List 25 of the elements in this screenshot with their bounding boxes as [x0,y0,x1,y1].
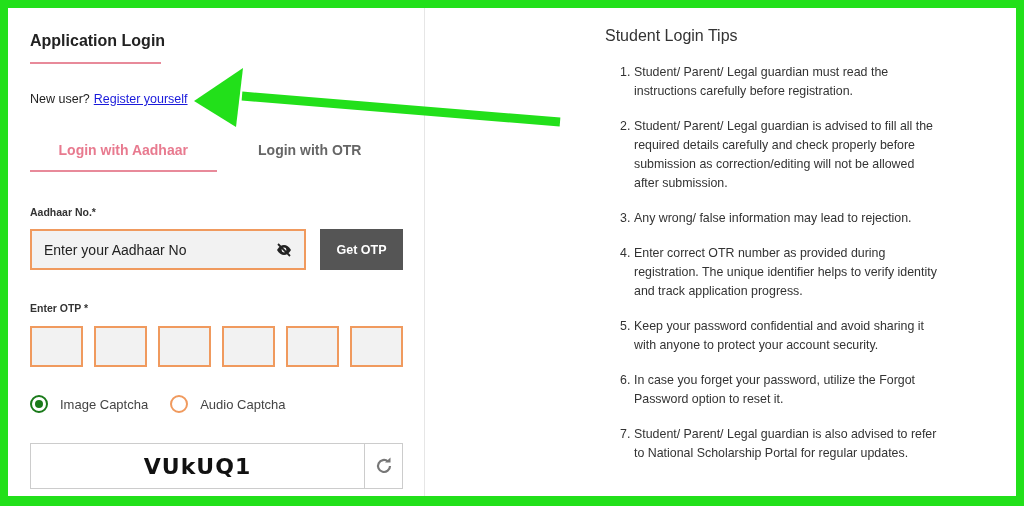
list-number: 2. [620,118,632,135]
list-number: 5. [620,318,632,335]
field-label: Aadhaar No.* [30,206,96,218]
tip-text: Enter correct OTR number as provided during registration. The unique identifier helps to verify identity and track application progress. [634,245,938,300]
new-user-text: New user? [30,92,90,106]
list-number: 4. [620,245,632,262]
register-link[interactable]: Register yourself [93,92,188,106]
tip-text: In case you forget your password, utilize the Forgot Password option to reset it. [634,372,916,408]
list-number: 7. [620,426,632,443]
list-number: 1. [620,64,632,81]
tip-text: Any wrong/ false information may lead to rejection. [634,210,912,227]
tip-text: Student/ Parent/ Legal guardian is also advised to refer to National Scholarship Portal for regular updates. [634,426,938,462]
tip-text: Student/ Parent/ Legal guardian is advised to fill all the required details carefully and check properly before submission as correction/editing will not be allowed after submission. [634,118,934,192]
captcha-radio[interactable]: Audio Captcha [170,395,286,413]
list-number: 3. [620,210,632,227]
get-otp-button[interactable]: Get OTP [320,229,403,270]
captcha-radio[interactable]: Image Captcha [30,395,149,413]
field-label: Enter OTP * [30,302,89,314]
list-number: 6. [620,372,632,389]
tip-text: Student/ Parent/ Legal guardian must read the instructions carefully before registration. [634,64,890,100]
aadhaar-input-field[interactable]: Enter your Aadhaar No [30,229,306,270]
tip-text: Keep your password confidential and avoid sharing it with anyone to protect your account security. [634,318,925,354]
login-tab[interactable]: Login with OTR [216,136,403,172]
panel-title: Application Login [30,32,166,50]
tips-title: Student Login Tips [605,27,739,45]
